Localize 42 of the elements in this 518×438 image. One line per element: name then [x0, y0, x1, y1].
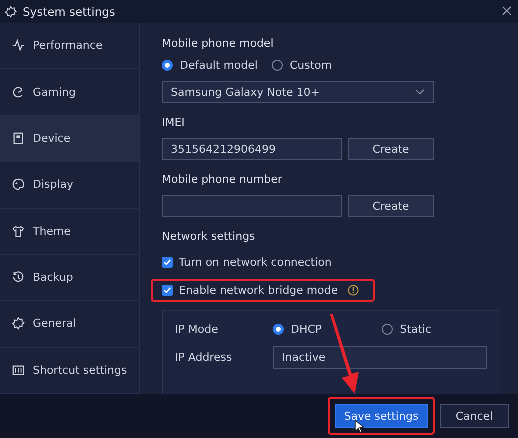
- sidebar-item[interactable]: Theme: [0, 208, 139, 255]
- sidebar-item[interactable]: Display: [0, 162, 139, 208]
- history-icon: [12, 271, 25, 284]
- radio-option[interactable]: Default model: [162, 59, 258, 72]
- window-title: System settings: [23, 4, 116, 18]
- sidebar-item[interactable]: Device: [0, 116, 139, 162]
- keyboard-icon: [12, 364, 25, 377]
- checkbox[interactable]: [162, 285, 173, 296]
- device-icon: [12, 132, 25, 145]
- save-button[interactable]: Save settings: [335, 404, 428, 428]
- sidebar-item[interactable]: General: [0, 301, 139, 348]
- phone-number-field[interactable]: [162, 195, 342, 217]
- cancel-button[interactable]: Cancel: [440, 404, 509, 428]
- model-dropdown[interactable]: Samsung Galaxy Note 10+: [162, 81, 434, 103]
- field-label: IP Mode: [175, 323, 220, 336]
- pulse-icon: [12, 39, 25, 52]
- create-button[interactable]: Create: [348, 195, 434, 217]
- checkbox-label: Turn on network connection: [179, 256, 332, 269]
- shirt-icon: [12, 224, 25, 238]
- radio-option[interactable]: DHCP: [273, 323, 322, 336]
- gear-icon: [12, 317, 25, 330]
- field-label: IP Address: [175, 351, 234, 364]
- section-heading: Network settings: [162, 230, 256, 243]
- palette-icon: [12, 178, 25, 192]
- sidebar-item[interactable]: Performance: [0, 23, 139, 70]
- checkbox[interactable]: [162, 257, 173, 268]
- close-icon[interactable]: [502, 6, 512, 16]
- ip-address-field[interactable]: Inactive: [273, 346, 487, 369]
- info-icon[interactable]: [348, 285, 360, 296]
- section-heading: Mobile phone model: [162, 37, 274, 50]
- cursor-icon: [355, 420, 364, 433]
- section-heading: Mobile phone number: [162, 173, 282, 186]
- gauge-icon: [12, 86, 25, 99]
- sidebar-item[interactable]: Backup: [0, 254, 139, 302]
- imei-field[interactable]: 351564212906499: [162, 138, 342, 160]
- radio-option[interactable]: Custom: [272, 59, 332, 72]
- radio-option[interactable]: Static: [382, 323, 432, 336]
- gear-icon: [5, 6, 17, 18]
- checkbox-label: Enable network bridge mode: [179, 284, 338, 297]
- create-button[interactable]: Create: [348, 138, 434, 160]
- chevron-down-icon: [415, 89, 425, 95]
- section-heading: IMEI: [162, 116, 185, 129]
